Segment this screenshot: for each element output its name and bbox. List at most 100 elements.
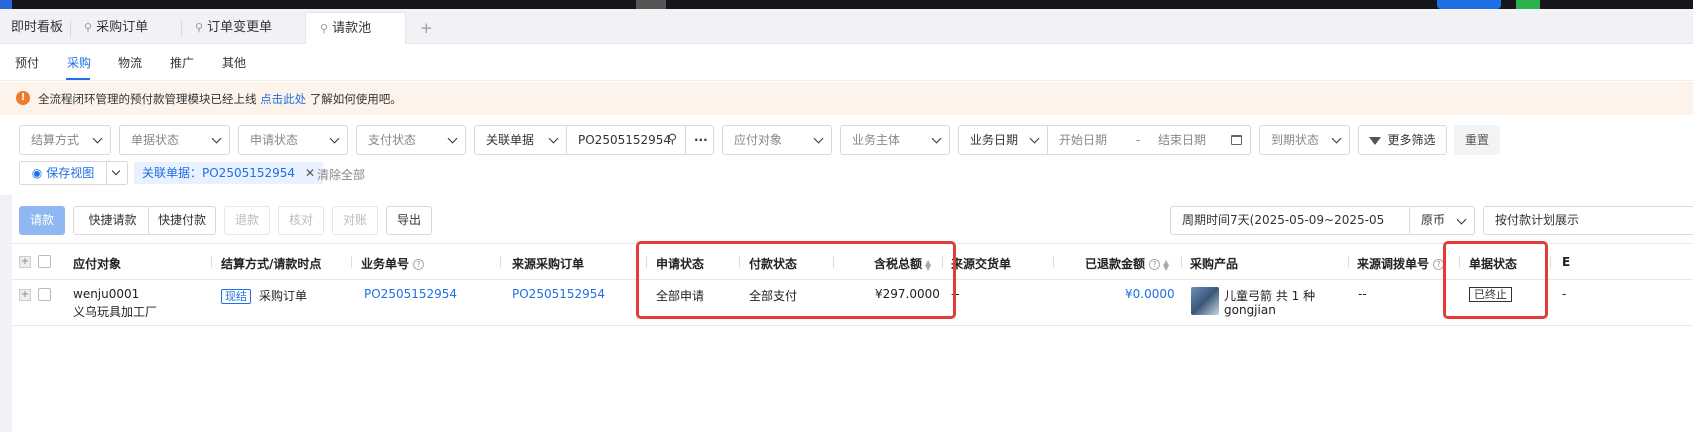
- col-src-delivery[interactable]: 来源交货单: [951, 255, 1011, 272]
- col-src-transfer[interactable]: 来源调拨单号?: [1357, 255, 1445, 272]
- col-settle[interactable]: 结算方式/请款时点: [221, 255, 321, 272]
- currency-select[interactable]: 原币: [1409, 206, 1475, 235]
- header-label: 已退款金额: [1085, 257, 1146, 271]
- search-icon[interactable]: ⚲: [667, 126, 677, 154]
- chevron-down-icon: [548, 133, 559, 144]
- request-button[interactable]: 请款: [19, 206, 65, 235]
- header-label: 来源调拨单号: [1357, 257, 1430, 271]
- src-po-link[interactable]: PO2505152954: [512, 287, 605, 301]
- col-payee[interactable]: 应付对象: [73, 255, 121, 272]
- tab-label: 请款池: [332, 21, 372, 36]
- select-placeholder: 业务主体: [852, 133, 901, 147]
- save-view-dropdown[interactable]: [106, 161, 128, 185]
- refunded-amount[interactable]: ¥0.0000: [1125, 287, 1175, 301]
- end-date: 结束日期: [1158, 133, 1207, 147]
- tab-payment-request-pool[interactable]: ⚲ 请款池: [305, 12, 406, 44]
- period-select[interactable]: 周期时间7天(2025-05-09~2025-05: [1170, 206, 1412, 235]
- linked-doc-type-select[interactable]: 关联单据: [474, 125, 567, 155]
- sort-icon[interactable]: ▲ ▼: [1163, 258, 1169, 271]
- nav-prepay[interactable]: 预付: [15, 54, 39, 71]
- eye-icon: ◉: [31, 166, 43, 180]
- divider: [351, 256, 352, 268]
- doc-status-select[interactable]: 单据状态: [119, 125, 230, 155]
- pay-status-select[interactable]: 支付状态: [356, 125, 466, 155]
- warning-icon: !: [16, 91, 30, 105]
- button-label: 导出: [396, 213, 421, 227]
- calendar-icon[interactable]: [1231, 135, 1242, 145]
- category-nav: 预付 采购 物流 推广 其他: [0, 44, 1693, 81]
- tab-purchase-order[interactable]: ⚲ 采购订单: [84, 12, 148, 44]
- plan-view-button[interactable]: 按付款计划展示: [1483, 206, 1693, 235]
- export-button[interactable]: 导出: [386, 206, 432, 235]
- clear-all-link[interactable]: 清除全部: [317, 166, 365, 183]
- input-value: PO2505152954: [578, 133, 672, 147]
- date-type-select[interactable]: 业务日期: [958, 125, 1048, 155]
- product-thumbnail[interactable]: [1191, 287, 1219, 315]
- due-status-select[interactable]: 到期状态: [1259, 125, 1350, 155]
- notice-link[interactable]: 点击此处: [260, 92, 306, 106]
- product-name: 儿童弓箭 共 1 种: [1224, 289, 1316, 303]
- header-label: 业务单号: [361, 257, 410, 271]
- chevron-down-icon: [211, 133, 222, 144]
- highlight-box-status-amount: [636, 241, 956, 319]
- payee-name: 义乌玩具加工厂: [73, 305, 158, 319]
- close-icon[interactable]: ✕: [305, 166, 315, 180]
- more-options-button[interactable]: ···: [685, 125, 714, 155]
- expand-all-icon[interactable]: +: [19, 256, 31, 268]
- reset-button[interactable]: 重置: [1454, 125, 1500, 155]
- linked-doc-input[interactable]: PO2505152954 ⚲: [566, 125, 686, 155]
- col-src-po[interactable]: 来源采购订单: [512, 255, 584, 272]
- nav-promotion[interactable]: 推广: [170, 54, 194, 71]
- business-entity-select[interactable]: 业务主体: [840, 125, 950, 155]
- settle-method-select[interactable]: 结算方式: [19, 125, 111, 155]
- biz-no-link[interactable]: PO2505152954: [364, 287, 457, 301]
- top-bar-tab[interactable]: [636, 0, 666, 9]
- payee-select[interactable]: 应付对象: [722, 125, 832, 155]
- divider: [1550, 256, 1551, 268]
- settle-tag: 现结: [221, 289, 251, 304]
- select-placeholder: 支付状态: [368, 133, 417, 147]
- pin-icon[interactable]: ⚲: [320, 22, 328, 35]
- save-view-button[interactable]: ◉ 保存视图: [19, 161, 107, 185]
- col-refunded[interactable]: 已退款金额? ▲ ▼: [1085, 255, 1169, 272]
- nav-other[interactable]: 其他: [222, 54, 246, 71]
- reconcile-button[interactable]: 对账: [332, 206, 378, 235]
- nav-purchase[interactable]: 采购: [67, 54, 91, 71]
- select-placeholder: 到期状态: [1271, 133, 1320, 147]
- col-product[interactable]: 采购产品: [1190, 255, 1238, 272]
- pin-icon[interactable]: ⚲: [84, 21, 92, 34]
- select-all-checkbox[interactable]: [38, 255, 51, 268]
- col-biz-no[interactable]: 业务单号?: [361, 255, 425, 272]
- help-icon[interactable]: ?: [1149, 259, 1161, 270]
- verify-button[interactable]: 核对: [278, 206, 324, 235]
- expand-row-icon[interactable]: +: [19, 289, 31, 301]
- chevron-down-icon: [447, 133, 458, 144]
- quick-pay-button[interactable]: 快捷付款: [148, 206, 216, 235]
- select-value: 原币: [1421, 213, 1446, 227]
- settle-cell: 现结 采购订单: [221, 287, 307, 304]
- pin-icon[interactable]: ⚲: [195, 21, 203, 34]
- col-more[interactable]: E: [1562, 255, 1570, 269]
- refund-button[interactable]: 退款: [224, 206, 270, 235]
- button-label: 退款: [234, 213, 259, 227]
- row-checkbox[interactable]: [38, 288, 51, 301]
- tab-order-change[interactable]: ⚲ 订单变更单: [195, 12, 272, 44]
- notice-message: 全流程闭环管理的预付款管理模块已经上线: [38, 92, 257, 106]
- help-icon[interactable]: ?: [413, 259, 425, 270]
- apply-status-select[interactable]: 申请状态: [238, 125, 348, 155]
- chevron-down-icon: [931, 133, 942, 144]
- nav-logistics[interactable]: 物流: [118, 54, 142, 71]
- tab-dashboard[interactable]: 即时看板: [11, 12, 63, 44]
- more-filters-button[interactable]: 更多筛选: [1358, 125, 1447, 155]
- notice-text: 全流程闭环管理的预付款管理模块已经上线 点击此处 了解如何使用吧。: [38, 91, 402, 107]
- chevron-down-icon: [329, 133, 340, 144]
- add-tab-button[interactable]: +: [420, 12, 433, 44]
- date-range-picker[interactable]: 开始日期 - 结束日期: [1047, 125, 1251, 155]
- top-bar-button[interactable]: [1437, 0, 1501, 9]
- notice-banner: ! 全流程闭环管理的预付款管理模块已经上线 点击此处 了解如何使用吧。: [0, 82, 1693, 115]
- top-bar-button[interactable]: [1516, 0, 1540, 9]
- quick-request-button[interactable]: 快捷请款: [73, 206, 152, 235]
- highlight-box-doc-status: [1443, 241, 1548, 319]
- button-label: 快捷请款: [88, 213, 137, 227]
- tab-label: 采购订单: [96, 20, 149, 35]
